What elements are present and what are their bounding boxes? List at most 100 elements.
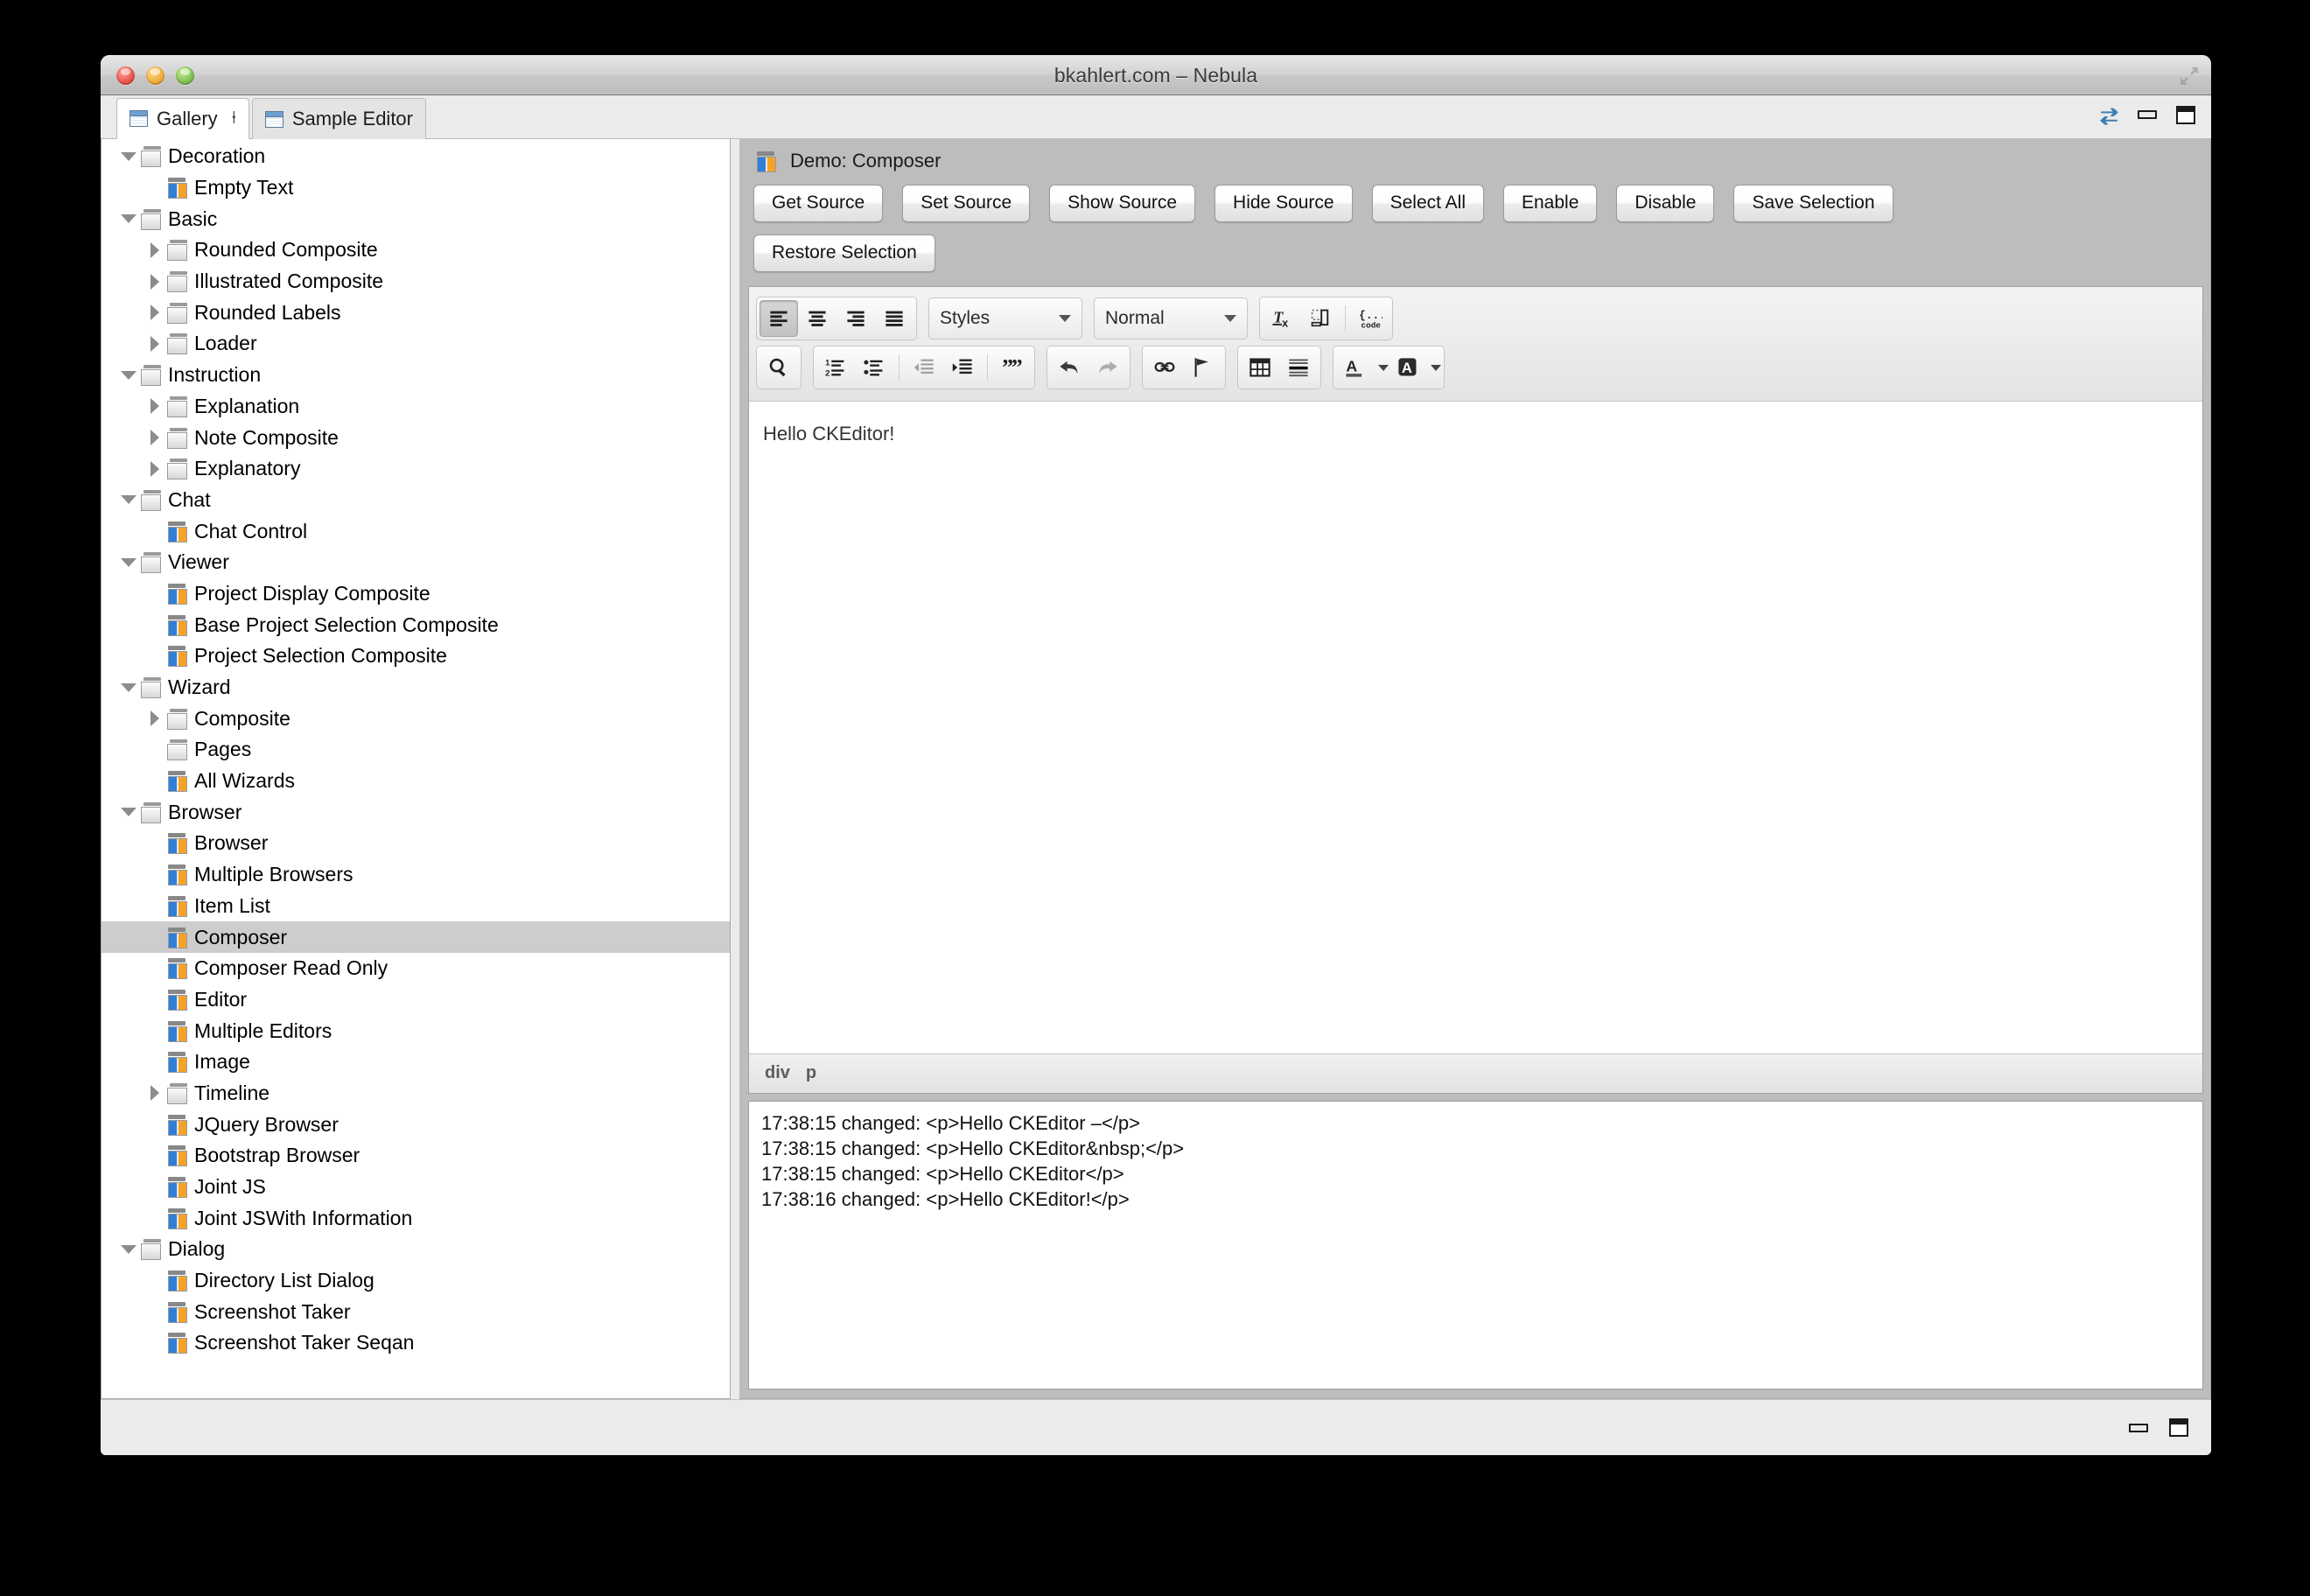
tab-gallery[interactable]: Gallery ⍿ xyxy=(116,98,249,139)
tree-item-browser[interactable]: Browser xyxy=(102,796,730,828)
chevron-down-icon[interactable] xyxy=(117,152,140,161)
tree-item-image[interactable]: Image xyxy=(102,1046,730,1078)
chevron-right-icon[interactable] xyxy=(144,304,166,320)
zoom-window-button[interactable] xyxy=(176,66,194,85)
chevron-down-icon[interactable] xyxy=(117,371,140,380)
event-log[interactable]: 17:38:15 changed: <p>Hello CKEditor –</p… xyxy=(748,1101,2203,1390)
chevron-down-icon[interactable] xyxy=(117,558,140,567)
blockquote-icon[interactable]: ” ” xyxy=(993,349,1032,386)
horizontal-rule-icon[interactable] xyxy=(1279,349,1318,386)
align-center-icon[interactable] xyxy=(798,300,836,337)
tree-item-basic[interactable]: Basic xyxy=(102,203,730,234)
chevron-down-icon[interactable] xyxy=(117,683,140,692)
tree-item-bootstrap-browser[interactable]: Bootstrap Browser xyxy=(102,1140,730,1172)
gallery-tree-panel[interactable]: DecorationEmpty TextBasicRounded Composi… xyxy=(101,139,731,1399)
outdent-icon[interactable] xyxy=(905,349,943,386)
tree-item-pages[interactable]: Pages xyxy=(102,734,730,766)
tree-item-project-selection-composite[interactable]: Project Selection Composite xyxy=(102,640,730,672)
align-justify-icon[interactable] xyxy=(875,300,914,337)
element-path-div[interactable]: div xyxy=(765,1063,790,1083)
tree-item-browser[interactable]: Browser xyxy=(102,828,730,859)
tree-item-screenshot-taker[interactable]: Screenshot Taker xyxy=(102,1296,730,1327)
tree-item-joint-jswith-information[interactable]: Joint JSWith Information xyxy=(102,1202,730,1234)
styles-combo[interactable]: Styles xyxy=(928,298,1082,340)
tree-item-joint-js[interactable]: Joint JS xyxy=(102,1172,730,1203)
minimize-icon[interactable] xyxy=(2127,1418,2150,1438)
chevron-right-icon[interactable] xyxy=(144,242,166,258)
set-source-button[interactable]: Set Source xyxy=(902,185,1030,222)
tree-item-note-composite[interactable]: Note Composite xyxy=(102,422,730,453)
close-icon[interactable]: ⍿ xyxy=(232,108,236,129)
chevron-right-icon[interactable] xyxy=(144,1085,166,1101)
chevron-right-icon[interactable] xyxy=(144,710,166,726)
tree-item-chat-control[interactable]: Chat Control xyxy=(102,515,730,547)
chevron-down-icon[interactable] xyxy=(1378,365,1389,371)
undo-icon[interactable] xyxy=(1050,349,1088,386)
select-all-button[interactable]: Select All xyxy=(1372,185,1484,222)
tree-item-screenshot-taker-seqan[interactable]: Screenshot Taker Seqan xyxy=(102,1327,730,1359)
minimize-window-button[interactable] xyxy=(146,66,164,85)
tree-item-viewer[interactable]: Viewer xyxy=(102,547,730,578)
tree-item-dialog[interactable]: Dialog xyxy=(102,1234,730,1265)
tree-item-item-list[interactable]: Item List xyxy=(102,891,730,922)
format-combo[interactable]: Normal xyxy=(1094,298,1248,340)
bulleted-list-icon[interactable] xyxy=(855,349,893,386)
tree-item-base-project-selection-composite[interactable]: Base Project Selection Composite xyxy=(102,609,730,640)
background-color-icon[interactable]: A xyxy=(1389,349,1427,386)
tree-item-directory-list-dialog[interactable]: Directory List Dialog xyxy=(102,1265,730,1297)
chevron-right-icon[interactable] xyxy=(144,430,166,445)
chevron-down-icon[interactable] xyxy=(117,495,140,504)
tree-item-instruction[interactable]: Instruction xyxy=(102,360,730,391)
redo-icon[interactable] xyxy=(1088,349,1127,386)
numbered-list-icon[interactable]: 1 2 xyxy=(816,349,855,386)
chevron-down-icon[interactable] xyxy=(117,1245,140,1254)
resize-grip-icon[interactable] xyxy=(2179,66,2200,87)
tree-item-editor[interactable]: Editor xyxy=(102,984,730,1016)
minimize-icon[interactable] xyxy=(2136,104,2159,125)
tree-item-jquery-browser[interactable]: JQuery Browser xyxy=(102,1109,730,1140)
tree-item-decoration[interactable]: Decoration xyxy=(102,141,730,172)
search-icon[interactable] xyxy=(760,349,798,386)
align-left-icon[interactable] xyxy=(760,300,798,337)
show-source-button[interactable]: Show Source xyxy=(1049,185,1195,222)
maximize-icon[interactable] xyxy=(2167,1418,2190,1438)
align-right-icon[interactable] xyxy=(836,300,875,337)
tree-item-rounded-labels[interactable]: Rounded Labels xyxy=(102,297,730,328)
get-source-button[interactable]: Get Source xyxy=(753,185,883,222)
chevron-right-icon[interactable] xyxy=(144,461,166,477)
tree-item-multiple-editors[interactable]: Multiple Editors xyxy=(102,1015,730,1046)
tree-item-rounded-composite[interactable]: Rounded Composite xyxy=(102,234,730,266)
tree-item-explanatory[interactable]: Explanatory xyxy=(102,453,730,485)
chevron-right-icon[interactable] xyxy=(144,274,166,290)
tree-item-multiple-browsers[interactable]: Multiple Browsers xyxy=(102,859,730,891)
element-path-p[interactable]: p xyxy=(806,1063,816,1083)
chevron-down-icon[interactable] xyxy=(117,808,140,816)
tree-item-explanation[interactable]: Explanation xyxy=(102,391,730,423)
enable-button[interactable]: Enable xyxy=(1503,185,1597,222)
save-selection-button[interactable]: Save Selection xyxy=(1733,185,1893,222)
gallery-tree[interactable]: DecorationEmpty TextBasicRounded Composi… xyxy=(102,139,730,1359)
anchor-icon[interactable] xyxy=(1184,349,1222,386)
link-with-editor-icon[interactable] xyxy=(2097,104,2120,125)
restore-selection-button[interactable]: Restore Selection xyxy=(753,234,935,272)
remove-format-icon[interactable]: T x xyxy=(1263,300,1301,337)
tree-item-loader[interactable]: Loader xyxy=(102,328,730,360)
tree-item-project-display-composite[interactable]: Project Display Composite xyxy=(102,578,730,610)
chevron-down-icon[interactable] xyxy=(1431,365,1441,371)
tree-item-composer-read-only[interactable]: Composer Read Only xyxy=(102,953,730,984)
maximize-icon[interactable] xyxy=(2174,104,2197,125)
page-break-icon[interactable] xyxy=(1301,300,1340,337)
indent-icon[interactable] xyxy=(943,349,982,386)
chevron-right-icon[interactable] xyxy=(144,398,166,414)
code-snippet-icon[interactable]: {...} code xyxy=(1351,300,1390,337)
text-color-icon[interactable]: A xyxy=(1336,349,1375,386)
chevron-right-icon[interactable] xyxy=(144,336,166,352)
tree-item-empty-text[interactable]: Empty Text xyxy=(102,172,730,204)
tree-item-all-wizards[interactable]: All Wizards xyxy=(102,766,730,797)
disable-button[interactable]: Disable xyxy=(1616,185,1714,222)
tree-item-composite[interactable]: Composite xyxy=(102,703,730,734)
tree-item-timeline[interactable]: Timeline xyxy=(102,1078,730,1110)
hide-source-button[interactable]: Hide Source xyxy=(1214,185,1353,222)
tree-item-illustrated-composite[interactable]: Illustrated Composite xyxy=(102,266,730,298)
chevron-down-icon[interactable] xyxy=(117,214,140,223)
